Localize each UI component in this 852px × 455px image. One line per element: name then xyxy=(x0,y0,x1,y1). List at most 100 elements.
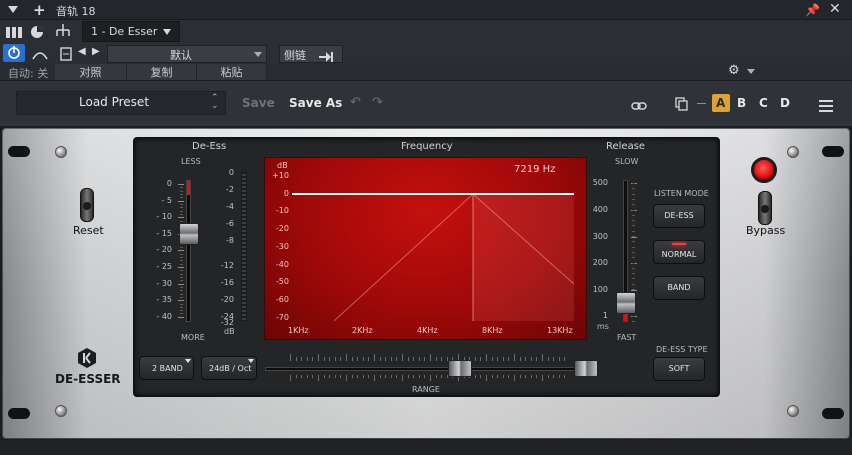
range-tick xyxy=(396,375,398,378)
undo-icon[interactable]: ↶ xyxy=(350,95,361,110)
gear-icon[interactable]: ⚙ xyxy=(728,63,740,78)
preset-file-icon[interactable] xyxy=(60,46,72,61)
range-tick xyxy=(368,375,370,378)
release-minor-tick xyxy=(632,198,635,200)
meter-segment xyxy=(242,190,246,192)
range-tick xyxy=(357,375,359,378)
screw-icon xyxy=(55,146,67,158)
range-high-thumb[interactable] xyxy=(574,360,598,377)
copy-button[interactable]: 复制 xyxy=(127,64,197,80)
deess-type-button[interactable]: SOFT xyxy=(653,357,705,381)
slot-b-button[interactable]: B xyxy=(737,96,746,110)
range-tick xyxy=(519,357,521,361)
deess-minor-tick xyxy=(180,207,183,209)
meter-segment xyxy=(242,186,246,188)
meter-segment xyxy=(242,218,246,220)
redo-icon[interactable]: ↷ xyxy=(372,95,383,110)
meter-segment xyxy=(242,306,246,308)
range-tick xyxy=(547,375,549,378)
save-as-button[interactable]: Save As xyxy=(289,96,342,110)
meter-segment xyxy=(242,206,246,208)
gear-menu-arrow-icon[interactable] xyxy=(747,69,755,74)
release-minor-tick xyxy=(632,283,635,285)
range-tick xyxy=(547,357,549,361)
deess-minor-tick xyxy=(180,253,183,255)
range-tick xyxy=(368,357,370,361)
link-icon[interactable] xyxy=(631,97,647,110)
meter-scale-label: -2 xyxy=(226,185,234,194)
screw-icon xyxy=(787,146,799,158)
range-tick xyxy=(542,354,543,361)
range-tick xyxy=(357,357,359,361)
deess-minor-tick xyxy=(180,193,183,195)
automation-icon[interactable] xyxy=(31,46,49,60)
range-tick xyxy=(290,354,291,361)
track-title: 音轨 18 xyxy=(56,5,96,18)
range-tick xyxy=(486,375,487,381)
range-slider-track[interactable] xyxy=(265,367,598,371)
collapse-arrow-icon[interactable] xyxy=(8,6,18,13)
release-minor-tick xyxy=(632,251,635,253)
slot-c-button[interactable]: C xyxy=(759,96,768,110)
meter-dial-icon[interactable] xyxy=(30,24,44,38)
rack-ear-slot xyxy=(8,408,30,419)
meter-segment xyxy=(242,314,246,316)
rack-ear-slot xyxy=(822,408,844,419)
reset-label: Reset xyxy=(73,224,104,237)
auto-off-label[interactable]: 自动: 关 xyxy=(8,65,48,81)
meter-segment xyxy=(242,174,246,176)
range-tick xyxy=(418,375,420,378)
deess-minor-tick xyxy=(180,270,183,272)
range-tick xyxy=(530,357,532,361)
close-icon[interactable]: ✕ xyxy=(829,1,841,17)
routing-icon[interactable] xyxy=(54,23,72,39)
range-tick xyxy=(318,375,319,381)
paste-button[interactable]: 粘贴 xyxy=(197,64,267,80)
compare-button[interactable]: 对照 xyxy=(55,64,127,80)
deess-minor-tick xyxy=(180,286,183,288)
hamburger-menu-icon[interactable] xyxy=(819,97,833,112)
range-tick xyxy=(553,357,555,361)
prev-preset-icon[interactable]: ◀ xyxy=(78,46,86,57)
range-tick xyxy=(525,375,527,378)
release-scale-label: 1 xyxy=(602,311,608,320)
deess-major-tick xyxy=(178,184,184,185)
power-button[interactable] xyxy=(3,44,25,62)
range-tick xyxy=(486,354,487,361)
deess-fader-track[interactable] xyxy=(186,180,191,322)
range-tick xyxy=(519,375,521,378)
rack-view-icon[interactable] xyxy=(6,24,22,38)
range-tick xyxy=(491,357,493,361)
add-icon[interactable]: + xyxy=(33,1,46,19)
release-fader-thumb[interactable] xyxy=(616,291,636,314)
bypass-led-icon xyxy=(751,157,777,183)
release-minor-tick xyxy=(632,183,635,184)
range-low-thumb[interactable] xyxy=(448,360,472,377)
meter-segment xyxy=(242,282,246,284)
pin-icon[interactable]: 📌 xyxy=(805,3,820,17)
range-tick xyxy=(362,375,364,378)
range-tick xyxy=(340,357,342,361)
next-preset-icon[interactable]: ▶ xyxy=(92,46,100,57)
deess-minor-tick xyxy=(180,310,183,312)
deess-fader-thumb[interactable] xyxy=(179,222,199,245)
slot-d-button[interactable]: D xyxy=(780,96,790,110)
meter-scale-label: -12 xyxy=(220,261,234,270)
save-button[interactable]: Save xyxy=(242,96,275,110)
band-slope-left xyxy=(333,193,474,322)
deess-more-label: MORE xyxy=(181,333,205,342)
listen-deess-button[interactable]: DE-ESS xyxy=(653,204,705,228)
range-tick xyxy=(323,375,325,378)
release-minor-tick xyxy=(632,204,635,206)
chevron-down-icon[interactable] xyxy=(163,29,171,35)
range-tick xyxy=(542,375,543,381)
sort-icon[interactable]: ⌃ ⌄ xyxy=(211,94,219,111)
range-tick xyxy=(407,375,409,378)
deess-minor-tick xyxy=(180,190,183,192)
deess-minor-tick xyxy=(180,257,183,259)
deess-less-label: LESS xyxy=(181,157,201,166)
copy-state-icon[interactable] xyxy=(675,96,689,111)
range-tick xyxy=(553,375,555,378)
listen-band-button[interactable]: BAND xyxy=(653,276,705,300)
release-fast-label: FAST xyxy=(617,333,637,342)
